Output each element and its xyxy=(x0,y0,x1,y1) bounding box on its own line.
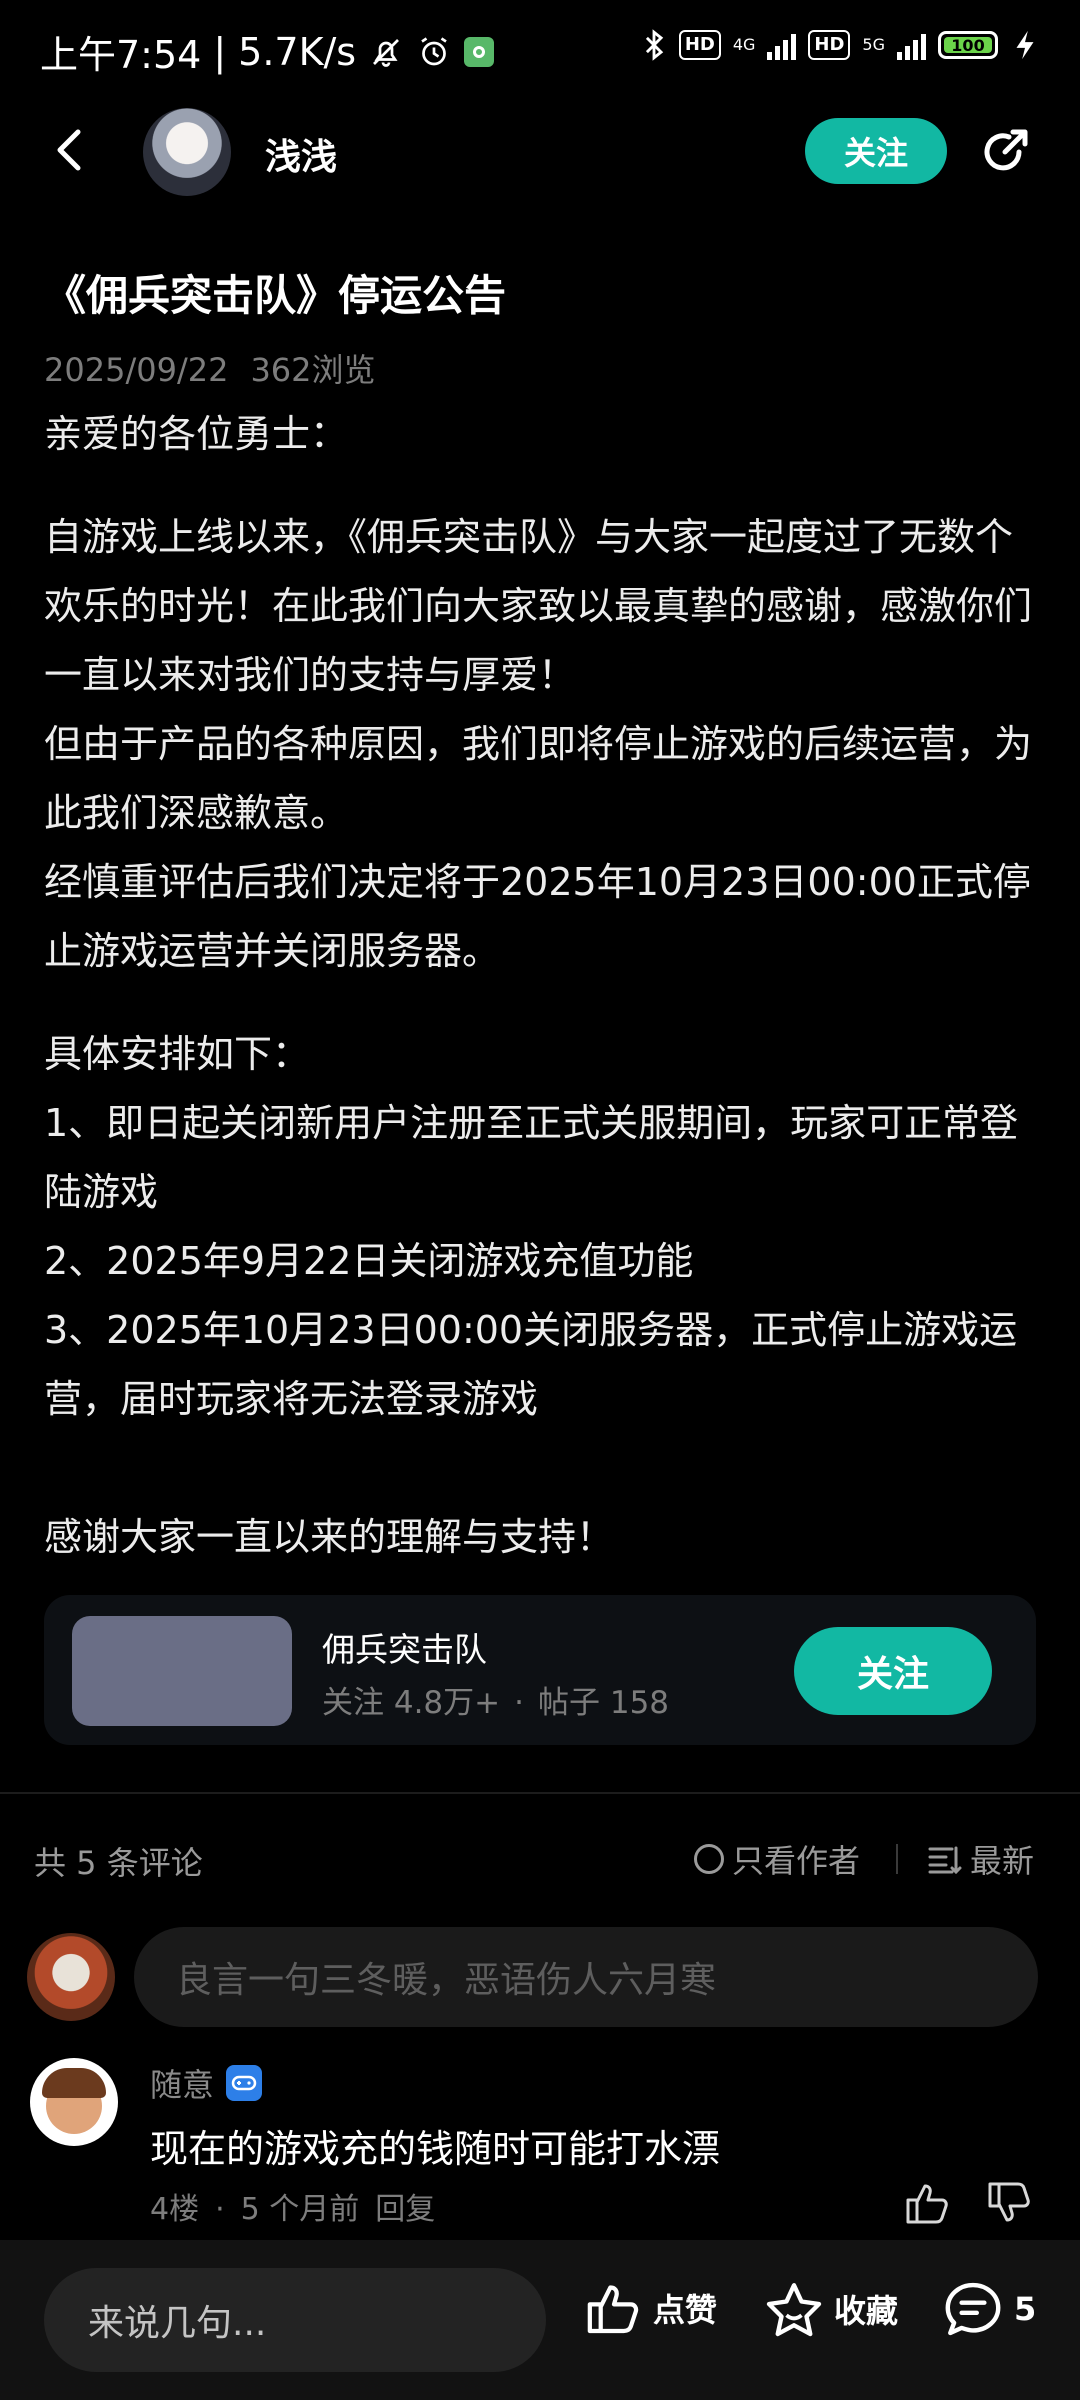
bluetooth-icon xyxy=(645,29,664,61)
arrangement-item-1: 1、即日起关闭新用户注册至正式关服期间，玩家可正常登陆游戏 xyxy=(44,1101,1019,1214)
avatar-hair xyxy=(42,2068,106,2098)
radio-circle-icon xyxy=(694,1844,724,1874)
back-arrow-icon[interactable] xyxy=(40,120,100,180)
game-name: 佣兵突击队 xyxy=(322,1630,487,1669)
follow-game-button[interactable]: 关注 xyxy=(794,1627,992,1715)
follow-author-button[interactable]: 关注 xyxy=(805,118,947,184)
stats-separator: · xyxy=(514,1685,524,1721)
comments-button[interactable]: 5 xyxy=(942,2280,1036,2338)
paragraph-1: 自游戏上线以来，《佣兵突击队》与大家一起度过了无数个欢乐的时光！在此我们向大家致… xyxy=(44,515,1033,697)
status-time: 上午7:54 xyxy=(40,33,202,77)
comment-text: 现在的游戏充的钱随时可能打水漂 xyxy=(150,2127,721,2171)
hd-badge-1: HD xyxy=(678,30,721,60)
my-avatar xyxy=(27,1933,115,2021)
like-label: 点赞 xyxy=(653,2291,718,2329)
author-only-label: 只看作者 xyxy=(732,1842,861,1880)
sort-icon xyxy=(928,1846,962,1874)
star-icon xyxy=(766,2283,822,2337)
comment-time: 5 个月前 xyxy=(240,2192,360,2227)
battery-level: 100 xyxy=(944,36,992,55)
post-title: 《佣兵突击队》停运公告 xyxy=(44,271,507,320)
post-date: 2025/09/22 xyxy=(44,351,229,389)
bottom-action-bar: 来说几句... 点赞 收藏 5 xyxy=(0,2240,1080,2400)
favorite-button[interactable]: 收藏 xyxy=(764,2280,898,2338)
paragraph-3: 经慎重评估后我们决定将于2025年10月23日00:00正式停止游戏运营并关闭服… xyxy=(44,860,1031,973)
section-divider xyxy=(0,1792,1080,1794)
post-body: 亲爱的各位勇士： 自游戏上线以来，《佣兵突击队》与大家一起度过了无数个欢乐的时光… xyxy=(44,400,1044,1572)
greeting: 亲爱的各位勇士： xyxy=(44,412,349,456)
like-button[interactable]: 点赞 xyxy=(585,2280,717,2336)
sort-label: 最新 xyxy=(970,1842,1035,1880)
thumbs-up-icon[interactable] xyxy=(904,2180,952,2226)
like-icon xyxy=(587,2285,639,2334)
status-right: HD 4G HD 5G 100 xyxy=(641,28,1040,62)
comment-count-label: 5 xyxy=(1014,2290,1037,2328)
reply-button[interactable]: 回复 xyxy=(375,2192,435,2227)
author-name[interactable]: 浅浅 xyxy=(265,128,337,180)
signal-icon-1 xyxy=(767,30,797,60)
signal-icon-2 xyxy=(897,30,926,60)
network-type-2: 5G xyxy=(862,35,885,54)
comment-meta: 4楼 · 5 个月前 回复 xyxy=(150,2184,435,2228)
comment-floor: 4楼 xyxy=(150,2192,200,2227)
thumbs-down-icon[interactable] xyxy=(986,2180,1034,2226)
battery-icon: 100 xyxy=(938,31,998,59)
charging-icon xyxy=(1016,30,1034,60)
comment-input[interactable]: 良言一句三冬暖，恶语伤人六月寒 xyxy=(134,1927,1038,2027)
commenter-avatar[interactable] xyxy=(30,2058,118,2146)
alarm-icon xyxy=(421,36,447,65)
status-divider: | xyxy=(213,29,227,74)
post-header: 浅浅 关注 xyxy=(0,100,1080,210)
post-meta: 2025/09/22 362浏览 xyxy=(44,345,376,391)
share-icon[interactable] xyxy=(975,122,1035,182)
status-left: 上午7:54 | 5.7K/s xyxy=(40,24,495,79)
game-posts: 帖子 158 xyxy=(538,1685,670,1721)
game-card[interactable]: 佣兵突击队 关注 4.8万+ · 帖子 158 关注 xyxy=(44,1595,1036,1745)
say-something-input[interactable]: 来说几句... xyxy=(44,2268,546,2372)
status-bar: 上午7:54 | 5.7K/s HD 4G HD 5G 100 xyxy=(0,0,1080,100)
comment-bubble-icon xyxy=(945,2282,1001,2336)
game-stats: 关注 4.8万+ · 帖子 158 xyxy=(322,1677,669,1722)
game-followers: 关注 4.8万+ xyxy=(322,1685,501,1721)
closing-text: 感谢大家一直以来的理解与支持！ xyxy=(44,1515,615,1559)
commenter-name-row: 随意 xyxy=(150,2060,263,2106)
filter-separator xyxy=(896,1844,898,1874)
author-only-toggle[interactable]: 只看作者 xyxy=(694,1836,860,1882)
network-type-1: 4G xyxy=(732,35,756,54)
arrangement-title: 具体安排如下： xyxy=(44,1032,311,1076)
hd-badge-2: HD xyxy=(808,30,851,60)
comment-count: 共 5 条评论 xyxy=(34,1844,203,1882)
author-avatar[interactable] xyxy=(143,108,231,196)
gamepad-badge-icon xyxy=(226,2065,263,2101)
commenter-name[interactable]: 随意 xyxy=(150,2060,214,2106)
status-speed: 5.7K/s xyxy=(238,29,357,74)
app-notification-icon xyxy=(464,36,495,67)
sort-latest-button[interactable]: 最新 xyxy=(928,1836,1034,1882)
paragraph-2: 但由于产品的各种原因，我们即将停止游戏的后续运营，为此我们深感歉意。 xyxy=(44,722,1033,835)
arrangement-item-2: 2、2025年9月22日关闭游戏充值功能 xyxy=(44,1239,694,1283)
game-thumbnail xyxy=(72,1616,292,1726)
arrangement-item-3: 3、2025年10月23日00:00关闭服务器，正式停止游戏运营，届时玩家将无法… xyxy=(44,1308,1018,1421)
favorite-label: 收藏 xyxy=(834,2292,899,2330)
bell-muted-icon xyxy=(373,38,400,67)
post-views: 362浏览 xyxy=(250,351,376,389)
comment-meta-dot: · xyxy=(215,2192,225,2227)
